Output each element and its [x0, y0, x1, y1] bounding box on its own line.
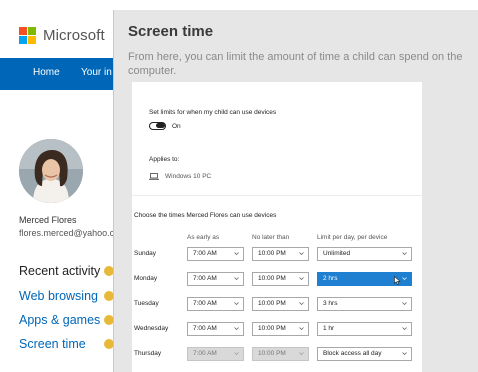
select-limit-monday[interactable]: 2 hrs: [317, 272, 412, 286]
day-label-sunday: Sunday: [134, 250, 157, 257]
chevron-down-icon: [299, 352, 304, 355]
select-value: Unlimited: [323, 250, 351, 257]
select-early-thursday[interactable]: 7:00 AM: [187, 347, 244, 361]
chevron-down-icon: [402, 352, 407, 355]
select-value: 10:00 PM: [258, 325, 286, 332]
screen-time-overlay: Screen time From here, you can limit the…: [113, 10, 478, 372]
select-early-tuesday[interactable]: 7:00 AM: [187, 297, 244, 311]
overlay-title: Screen time: [128, 23, 214, 40]
select-value: 7:00 AM: [193, 350, 217, 357]
select-value: 7:00 AM: [193, 275, 217, 282]
chevron-down-icon: [402, 252, 407, 255]
select-value: 1 hr: [323, 325, 335, 332]
applies-to-label: Applies to:: [149, 156, 180, 163]
mouse-cursor-icon: [394, 276, 401, 285]
select-early-sunday[interactable]: 7:00 AM: [187, 247, 244, 261]
select-later-tuesday[interactable]: 10:00 PM: [252, 297, 309, 311]
nav-bar: Home Your in: [0, 58, 120, 90]
chevron-down-icon: [234, 252, 239, 255]
day-label-monday: Monday: [134, 275, 158, 282]
chevron-down-icon: [402, 327, 407, 330]
select-value: 2 hrs: [323, 275, 338, 282]
chevron-down-icon: [402, 277, 407, 280]
sidebar-item-web-browsing[interactable]: Web browsing: [19, 289, 98, 303]
limits-toggle[interactable]: [149, 122, 166, 130]
select-limit-sunday[interactable]: Unlimited: [317, 247, 412, 261]
sidebar-item-recent-activity[interactable]: Recent activity: [19, 264, 100, 278]
profile-name: Merced Flores: [19, 215, 77, 225]
select-limit-wednesday[interactable]: 1 hr: [317, 322, 412, 336]
column-header-early: As early as: [187, 234, 220, 241]
select-later-sunday[interactable]: 10:00 PM: [252, 247, 309, 261]
select-later-wednesday[interactable]: 10:00 PM: [252, 322, 309, 336]
select-limit-thursday[interactable]: Block access all day: [317, 347, 412, 361]
select-value: 7:00 AM: [193, 325, 217, 332]
select-value: 10:00 PM: [258, 300, 286, 307]
toggle-knob: [156, 123, 165, 128]
select-value: 3 hrs: [323, 300, 338, 307]
sidebar-item-apps-games[interactable]: Apps & games: [19, 313, 100, 327]
divider: [132, 195, 422, 196]
chevron-down-icon: [234, 302, 239, 305]
limits-heading: Set limits for when my child can use dev…: [149, 109, 277, 116]
day-label-tuesday: Tuesday: [134, 300, 159, 307]
screen-time-panel: Set limits for when my child can use dev…: [132, 82, 422, 372]
select-limit-tuesday[interactable]: 3 hrs: [317, 297, 412, 311]
select-early-wednesday[interactable]: 7:00 AM: [187, 322, 244, 336]
overlay-description: From here, you can limit the amount of t…: [128, 51, 463, 77]
chevron-down-icon: [299, 302, 304, 305]
chevron-down-icon: [299, 277, 304, 280]
toggle-state-label: On: [172, 123, 181, 130]
select-value: 10:00 PM: [258, 250, 286, 257]
column-header-limit: Limit per day, per device: [317, 234, 388, 241]
select-value: Block access all day: [323, 350, 382, 357]
avatar: [19, 139, 83, 203]
laptop-icon: [149, 173, 159, 180]
chevron-down-icon: [402, 302, 407, 305]
select-later-monday[interactable]: 10:00 PM: [252, 272, 309, 286]
nav-home-link[interactable]: Home: [33, 67, 60, 78]
profile-email: flores.merced@yahoo.com: [19, 228, 119, 238]
device-name: Windows 10 PC: [165, 173, 212, 180]
select-value: 10:00 PM: [258, 275, 286, 282]
select-later-thursday[interactable]: 10:00 PM: [252, 347, 309, 361]
microsoft-logo-icon: [19, 27, 36, 44]
microsoft-logo[interactable]: Microsoft: [19, 27, 105, 44]
day-label-thursday: Thursday: [134, 350, 162, 357]
chevron-down-icon: [234, 327, 239, 330]
chevron-down-icon: [234, 352, 239, 355]
select-early-monday[interactable]: 7:00 AM: [187, 272, 244, 286]
select-value: 10:00 PM: [258, 350, 286, 357]
nav-your-info-link[interactable]: Your in: [81, 67, 112, 78]
select-value: 7:00 AM: [193, 250, 217, 257]
chevron-down-icon: [234, 277, 239, 280]
brand-name: Microsoft: [43, 27, 105, 44]
sidebar-item-screen-time[interactable]: Screen time: [19, 337, 86, 351]
column-header-later: No later than: [252, 234, 290, 241]
day-label-wednesday: Wednesday: [134, 325, 169, 332]
schedule-heading: Choose the times Merced Flores can use d…: [134, 212, 277, 219]
chevron-down-icon: [299, 327, 304, 330]
chevron-down-icon: [299, 252, 304, 255]
select-value: 7:00 AM: [193, 300, 217, 307]
